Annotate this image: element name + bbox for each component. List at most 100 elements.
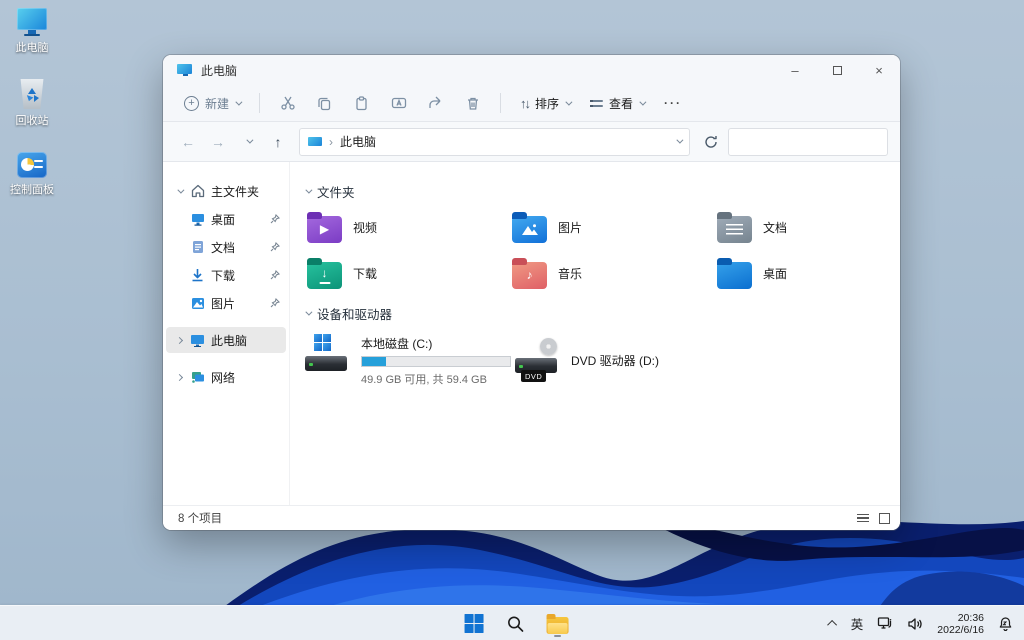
paste-button[interactable] — [344, 89, 379, 118]
sidebar-item-network[interactable]: 网络 — [166, 364, 286, 390]
refresh-button[interactable] — [698, 129, 724, 155]
more-button[interactable]: ··· — [655, 90, 691, 116]
taskbar-search-button[interactable] — [499, 609, 533, 639]
view-label: 查看 — [609, 95, 633, 112]
desktop-icon-label: 控制面板 — [10, 181, 54, 197]
sort-button[interactable]: ↑↓ 排序 — [511, 89, 579, 118]
start-icon — [464, 614, 483, 633]
sidebar-item-downloads[interactable]: 下载 — [166, 262, 286, 288]
desktop-icon-label: 此电脑 — [16, 39, 49, 55]
pin-icon — [270, 242, 280, 252]
network-icon — [190, 370, 205, 385]
sidebar-item-label: 此电脑 — [211, 332, 247, 349]
home-icon — [190, 184, 205, 199]
ime-indicator[interactable]: 英 — [846, 610, 869, 638]
close-button[interactable]: × — [858, 55, 900, 85]
active-app-indicator — [554, 635, 561, 638]
tray-date: 2022/6/16 — [937, 624, 984, 636]
new-button[interactable]: + 新建 — [175, 89, 249, 118]
search-box[interactable] — [728, 128, 888, 156]
capacity-bar-fill — [362, 357, 386, 366]
control-panel-icon — [17, 152, 47, 178]
sidebar-item-home[interactable]: 主文件夹 — [166, 178, 286, 204]
network-tray-button[interactable] — [872, 610, 898, 638]
folder-tile-pictures[interactable]: 图片 — [510, 211, 715, 244]
clipboard-icon — [353, 95, 370, 112]
share-icon — [427, 95, 444, 112]
search-icon — [507, 615, 525, 633]
folder-label: 图片 — [558, 219, 582, 236]
folder-label: 视频 — [353, 219, 377, 236]
desktop-icon-recycle-bin[interactable]: 回收站 — [2, 79, 62, 128]
cut-button[interactable] — [270, 89, 305, 118]
chevron-down-icon — [246, 137, 253, 144]
titlebar[interactable]: 此电脑 – × — [163, 55, 900, 85]
pictures-folder-icon — [512, 216, 547, 243]
drive-name: 本地磁盘 (C:) — [361, 335, 511, 352]
recent-locations-button[interactable] — [235, 129, 261, 155]
downloads-folder-icon: ↓ — [307, 262, 342, 289]
drive-tile-c[interactable]: 本地磁盘 (C:) 49.9 GB 可用, 共 59.4 GB — [305, 333, 510, 387]
sidebar-item-label: 文档 — [211, 239, 235, 256]
taskbar-file-explorer-button[interactable] — [541, 609, 575, 639]
this-pc-icon — [17, 8, 47, 36]
sidebar-item-this-pc[interactable]: 此电脑 — [166, 327, 286, 353]
forward-button[interactable]: → — [205, 129, 231, 155]
plus-icon: + — [184, 96, 199, 111]
large-icons-view-icon[interactable] — [879, 513, 890, 524]
volume-tray-button[interactable] — [902, 610, 928, 638]
rename-button[interactable] — [381, 89, 416, 118]
desktop-folder-icon — [717, 262, 752, 289]
folder-label: 桌面 — [763, 265, 787, 282]
folders-grid: ▶ 视频 图片 文档 ↓ 下载 ♪ — [305, 211, 900, 290]
section-folders[interactable]: 文件夹 — [305, 182, 900, 201]
desktop-icon-this-pc[interactable]: 此电脑 — [2, 8, 62, 55]
address-bar[interactable]: › 此电脑 — [299, 128, 690, 156]
notification-center-button[interactable] — [993, 610, 1018, 638]
share-button[interactable] — [418, 89, 453, 118]
chevron-right-icon — [175, 373, 182, 380]
sidebar-item-documents[interactable]: 文档 — [166, 234, 286, 260]
folder-tile-documents[interactable]: 文档 — [715, 211, 900, 244]
section-devices[interactable]: 设备和驱动器 — [305, 304, 900, 323]
breadcrumb[interactable]: 此电脑 — [340, 133, 376, 150]
picture-icon — [190, 296, 205, 311]
back-button[interactable]: ← — [175, 129, 201, 155]
download-icon — [190, 268, 205, 283]
up-button[interactable]: ↑ — [265, 129, 291, 155]
sidebar-item-pictures[interactable]: 图片 — [166, 290, 286, 316]
view-button[interactable]: 查看 — [581, 89, 653, 118]
computer-icon — [190, 333, 205, 348]
dvd-drive-icon: DVD — [515, 338, 559, 382]
folder-tile-music[interactable]: ♪ 音乐 — [510, 257, 715, 290]
search-input[interactable] — [737, 135, 892, 149]
tray-time: 20:36 — [958, 612, 984, 624]
recycle-bin-icon — [19, 79, 45, 109]
notification-icon — [998, 616, 1013, 631]
sidebar-item-label: 下载 — [211, 267, 235, 284]
sidebar-item-label: 桌面 — [211, 211, 235, 228]
dvd-badge: DVD — [521, 370, 546, 382]
address-dropdown-icon[interactable] — [676, 137, 683, 144]
copy-button[interactable] — [307, 89, 342, 118]
taskbar-clock[interactable]: 20:36 2022/6/16 — [932, 610, 989, 638]
desktop-icon-label: 回收站 — [16, 112, 49, 128]
folder-tile-desktop[interactable]: 桌面 — [715, 257, 900, 290]
hidden-icons-button[interactable] — [825, 610, 842, 638]
delete-button[interactable] — [455, 89, 490, 118]
location-icon — [308, 137, 322, 146]
minimize-button[interactable]: – — [774, 55, 816, 85]
folder-tile-downloads[interactable]: ↓ 下载 — [305, 257, 510, 290]
file-explorer-window: 此电脑 – × + 新建 ↑ ↓ — [163, 55, 900, 530]
desktop-icon-control-panel[interactable]: 控制面板 — [2, 152, 62, 197]
folder-tile-videos[interactable]: ▶ 视频 — [305, 211, 510, 244]
drive-tile-dvd[interactable]: DVD DVD 驱动器 (D:) — [515, 333, 720, 387]
capacity-bar — [361, 356, 511, 367]
documents-folder-icon — [717, 216, 752, 243]
system-tray: 英 20:36 2022/6/16 — [825, 606, 1018, 640]
sidebar-item-desktop[interactable]: 桌面 — [166, 206, 286, 232]
details-view-icon[interactable] — [857, 514, 869, 523]
start-button[interactable] — [457, 609, 491, 639]
maximize-button[interactable] — [816, 55, 858, 85]
sidebar-item-label: 主文件夹 — [211, 183, 259, 200]
